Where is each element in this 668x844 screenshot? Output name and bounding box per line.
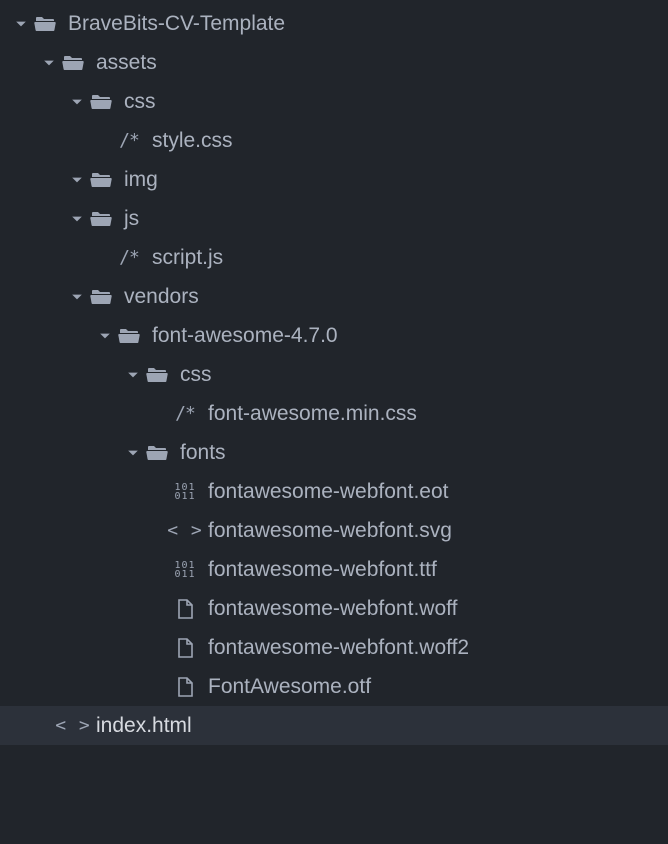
tree-item-label: vendors bbox=[124, 285, 199, 309]
disclosure-arrow-icon[interactable] bbox=[40, 54, 58, 72]
folder-icon bbox=[60, 50, 86, 76]
file-icon bbox=[172, 674, 198, 700]
tree-item-label: fontawesome-webfont.eot bbox=[208, 480, 448, 504]
binary-file-icon: 101011 bbox=[172, 479, 198, 505]
tree-folder-row[interactable]: css bbox=[0, 82, 668, 121]
tree-item-label: index.html bbox=[96, 714, 192, 738]
file-icon bbox=[172, 635, 198, 661]
tree-item-label: fontawesome-webfont.ttf bbox=[208, 558, 437, 582]
tree-folder-row[interactable]: img bbox=[0, 160, 668, 199]
tree-item-label: BraveBits-CV-Template bbox=[68, 12, 285, 36]
disclosure-arrow-icon[interactable] bbox=[124, 366, 142, 384]
tree-item-label: FontAwesome.otf bbox=[208, 675, 371, 699]
file-icon bbox=[172, 596, 198, 622]
disclosure-arrow-icon[interactable] bbox=[68, 171, 86, 189]
disclosure-arrow-icon[interactable] bbox=[96, 327, 114, 345]
tree-file-row[interactable]: fontawesome-webfont.woff2 bbox=[0, 628, 668, 667]
tree-item-label: css bbox=[180, 363, 212, 387]
tree-item-label: fonts bbox=[180, 441, 226, 465]
tree-file-row[interactable]: FontAwesome.otf bbox=[0, 667, 668, 706]
tree-file-row[interactable]: /* style.css bbox=[0, 121, 668, 160]
folder-icon bbox=[88, 167, 114, 193]
folder-icon bbox=[144, 362, 170, 388]
tree-folder-row[interactable]: fonts bbox=[0, 433, 668, 472]
disclosure-arrow-icon[interactable] bbox=[68, 93, 86, 111]
tree-item-label: fontawesome-webfont.woff2 bbox=[208, 636, 469, 660]
code-file-icon: < > bbox=[172, 518, 198, 544]
folder-icon bbox=[32, 11, 58, 37]
tree-file-row[interactable]: < > fontawesome-webfont.svg bbox=[0, 511, 668, 550]
tree-item-label: css bbox=[124, 90, 156, 114]
css-comment-icon: /* bbox=[116, 245, 142, 271]
tree-folder-row[interactable]: css bbox=[0, 355, 668, 394]
tree-item-label: font-awesome-4.7.0 bbox=[152, 324, 338, 348]
tree-file-row[interactable]: 101011 fontawesome-webfont.ttf bbox=[0, 550, 668, 589]
tree-file-row[interactable]: fontawesome-webfont.woff bbox=[0, 589, 668, 628]
tree-item-label: style.css bbox=[152, 129, 233, 153]
tree-file-row[interactable]: < > index.html bbox=[0, 706, 668, 745]
disclosure-arrow-icon[interactable] bbox=[124, 444, 142, 462]
tree-folder-row[interactable]: BraveBits-CV-Template bbox=[0, 4, 668, 43]
folder-icon bbox=[88, 206, 114, 232]
tree-item-label: fontawesome-webfont.svg bbox=[208, 519, 452, 543]
disclosure-arrow-icon[interactable] bbox=[12, 15, 30, 33]
tree-item-label: font-awesome.min.css bbox=[208, 402, 417, 426]
css-comment-icon: /* bbox=[116, 128, 142, 154]
folder-icon bbox=[88, 284, 114, 310]
tree-folder-row[interactable]: font-awesome-4.7.0 bbox=[0, 316, 668, 355]
tree-file-row[interactable]: /* script.js bbox=[0, 238, 668, 277]
code-file-icon: < > bbox=[60, 713, 86, 739]
binary-file-icon: 101011 bbox=[172, 557, 198, 583]
tree-item-label: fontawesome-webfont.woff bbox=[208, 597, 457, 621]
tree-folder-row[interactable]: vendors bbox=[0, 277, 668, 316]
folder-icon bbox=[88, 89, 114, 115]
tree-file-row[interactable]: /* font-awesome.min.css bbox=[0, 394, 668, 433]
tree-item-label: js bbox=[124, 207, 139, 231]
tree-folder-row[interactable]: assets bbox=[0, 43, 668, 82]
tree-folder-row[interactable]: js bbox=[0, 199, 668, 238]
tree-item-label: img bbox=[124, 168, 158, 192]
tree-file-row[interactable]: 101011 fontawesome-webfont.eot bbox=[0, 472, 668, 511]
tree-item-label: script.js bbox=[152, 246, 223, 270]
disclosure-arrow-icon[interactable] bbox=[68, 288, 86, 306]
folder-icon bbox=[144, 440, 170, 466]
disclosure-arrow-icon[interactable] bbox=[68, 210, 86, 228]
folder-icon bbox=[116, 323, 142, 349]
tree-item-label: assets bbox=[96, 51, 157, 75]
css-comment-icon: /* bbox=[172, 401, 198, 427]
